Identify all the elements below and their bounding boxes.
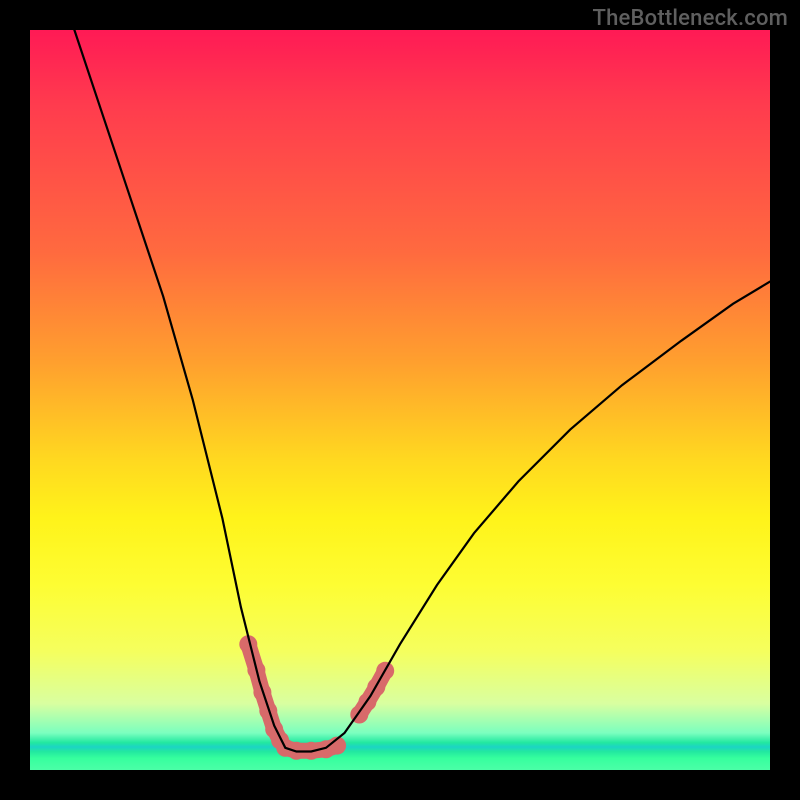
accent-marker-layer: [239, 635, 394, 760]
bottleneck-curve-path: [74, 30, 770, 752]
outer-frame: TheBottleneck.com: [0, 0, 800, 800]
chart-plot-area: [30, 30, 770, 770]
chart-svg: [30, 30, 770, 770]
watermark-text: TheBottleneck.com: [593, 6, 788, 31]
